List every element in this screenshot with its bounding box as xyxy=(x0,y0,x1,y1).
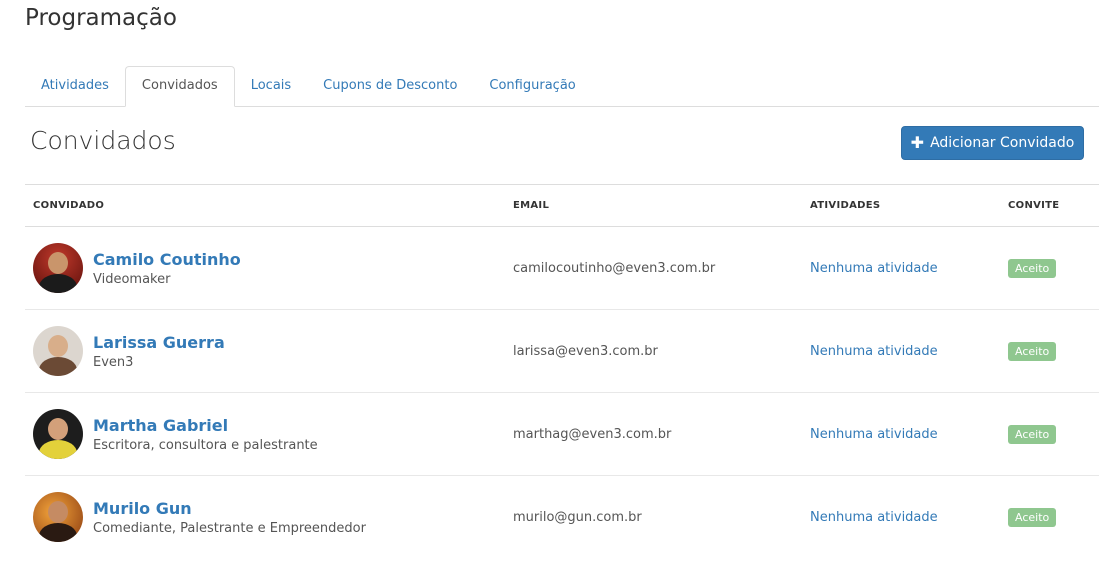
avatar-shoulders xyxy=(39,523,77,542)
guest-name[interactable]: Camilo Coutinho xyxy=(93,250,241,269)
table-header-row: CONVIDADO EMAIL ATIVIDADES CONVITE xyxy=(25,184,1099,227)
column-header-email: EMAIL xyxy=(505,184,802,227)
guest-info: Martha Gabriel Escritora, consultora e p… xyxy=(33,409,497,459)
activities-link[interactable]: Nenhuma atividade xyxy=(810,344,938,359)
guest-name[interactable]: Larissa Guerra xyxy=(93,333,225,352)
avatar-shoulders xyxy=(39,440,77,459)
tab-bar: Atividades Convidados Locais Cupons de D… xyxy=(25,66,1099,107)
avatar-face xyxy=(48,418,68,440)
tab-locais[interactable]: Locais xyxy=(235,66,307,105)
guest-role: Escritora, consultora e palestrante xyxy=(93,437,318,453)
activities-cell: Nenhuma atividade xyxy=(802,309,1000,393)
status-badge: Aceito xyxy=(1008,507,1057,527)
guest-info: Murilo Gun Comediante, Palestrante e Emp… xyxy=(33,492,497,542)
invite-cell: Aceito xyxy=(1000,476,1099,559)
table-row: Camilo Coutinho Videomaker camilocoutinh… xyxy=(25,226,1099,310)
avatar xyxy=(33,326,83,376)
guests-table: CONVIDADO EMAIL ATIVIDADES CONVITE Camil… xyxy=(25,184,1099,558)
avatar xyxy=(33,243,83,293)
add-guest-button[interactable]: ✚ Adicionar Convidado xyxy=(901,126,1084,160)
section-title: Convidados xyxy=(30,126,176,155)
add-guest-button-label: Adicionar Convidado xyxy=(930,135,1075,151)
avatar xyxy=(33,409,83,459)
guest-cell: Martha Gabriel Escritora, consultora e p… xyxy=(25,392,505,476)
avatar-face xyxy=(48,252,68,274)
guest-info: Larissa Guerra Even3 xyxy=(33,326,497,376)
plus-icon: ✚ xyxy=(910,133,925,152)
guest-email: marthag@even3.com.br xyxy=(505,392,802,476)
invite-cell: Aceito xyxy=(1000,392,1099,476)
tab-cupons-de-desconto[interactable]: Cupons de Desconto xyxy=(307,66,473,105)
guest-email: larissa@even3.com.br xyxy=(505,309,802,393)
tab-configuracao[interactable]: Configuração xyxy=(473,66,591,105)
column-header-activities: ATIVIDADES xyxy=(802,184,1000,227)
avatar xyxy=(33,492,83,542)
guest-text: Murilo Gun Comediante, Palestrante e Emp… xyxy=(93,499,366,536)
column-header-invite: CONVITE xyxy=(1000,184,1099,227)
avatar-shoulders xyxy=(39,357,77,376)
activities-cell: Nenhuma atividade xyxy=(802,476,1000,559)
guest-text: Larissa Guerra Even3 xyxy=(93,333,225,370)
column-header-guest: CONVIDADO xyxy=(25,184,505,227)
activities-cell: Nenhuma atividade xyxy=(802,226,1000,310)
guest-text: Camilo Coutinho Videomaker xyxy=(93,250,241,287)
invite-cell: Aceito xyxy=(1000,309,1099,393)
activities-link[interactable]: Nenhuma atividade xyxy=(810,510,938,525)
guest-cell: Camilo Coutinho Videomaker xyxy=(25,226,505,310)
activities-cell: Nenhuma atividade xyxy=(802,392,1000,476)
table-row: Murilo Gun Comediante, Palestrante e Emp… xyxy=(25,476,1099,559)
guest-role: Even3 xyxy=(93,354,134,370)
status-badge: Aceito xyxy=(1008,341,1057,361)
activities-link[interactable]: Nenhuma atividade xyxy=(810,427,938,442)
guest-name[interactable]: Murilo Gun xyxy=(93,499,366,518)
guest-info: Camilo Coutinho Videomaker xyxy=(33,243,497,293)
table-row: Larissa Guerra Even3 larissa@even3.com.b… xyxy=(25,309,1099,393)
guest-cell: Murilo Gun Comediante, Palestrante e Emp… xyxy=(25,476,505,559)
invite-cell: Aceito xyxy=(1000,226,1099,310)
guest-text: Martha Gabriel Escritora, consultora e p… xyxy=(93,416,318,453)
guest-email: camilocoutinho@even3.com.br xyxy=(505,226,802,310)
tab-atividades[interactable]: Atividades xyxy=(25,66,125,105)
status-badge: Aceito xyxy=(1008,424,1057,444)
avatar-face xyxy=(48,501,68,523)
activities-link[interactable]: Nenhuma atividade xyxy=(810,261,938,276)
page-title: Programação xyxy=(25,5,177,31)
guest-role: Videomaker xyxy=(93,271,171,287)
guest-name[interactable]: Martha Gabriel xyxy=(93,416,318,435)
avatar-face xyxy=(48,335,68,357)
table-row: Martha Gabriel Escritora, consultora e p… xyxy=(25,392,1099,476)
guest-cell: Larissa Guerra Even3 xyxy=(25,309,505,393)
status-badge: Aceito xyxy=(1008,258,1057,278)
guest-role: Comediante, Palestrante e Empreendedor xyxy=(93,520,366,536)
guest-email: murilo@gun.com.br xyxy=(513,509,642,525)
avatar-shoulders xyxy=(39,274,77,293)
tab-convidados[interactable]: Convidados xyxy=(124,66,235,107)
